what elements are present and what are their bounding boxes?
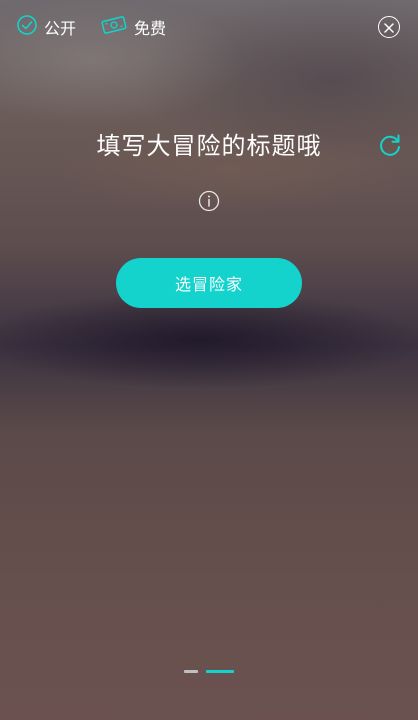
free-toggle[interactable]: 免费 — [100, 12, 166, 42]
top-bar: 公开 免费 — [0, 0, 418, 56]
close-icon — [384, 18, 394, 37]
select-adventurer-button[interactable]: 选冒险家 — [116, 258, 302, 308]
page-dot — [184, 670, 198, 673]
info-icon[interactable] — [198, 190, 220, 212]
page-dot-active — [206, 670, 234, 673]
refresh-icon — [376, 134, 404, 164]
check-circle-icon — [16, 14, 38, 40]
close-button[interactable] — [378, 16, 400, 38]
refresh-button[interactable] — [376, 132, 404, 160]
blurred-background — [0, 0, 418, 720]
public-label: 公开 — [44, 19, 77, 38]
title-row: 填写大冒险的标题哦 — [0, 126, 418, 166]
free-label: 免费 — [134, 19, 167, 38]
public-toggle[interactable]: 公开 — [16, 12, 76, 42]
page-indicator — [184, 670, 234, 673]
adventure-title[interactable]: 填写大冒险的标题哦 — [0, 126, 418, 166]
money-bill-icon — [100, 14, 128, 40]
